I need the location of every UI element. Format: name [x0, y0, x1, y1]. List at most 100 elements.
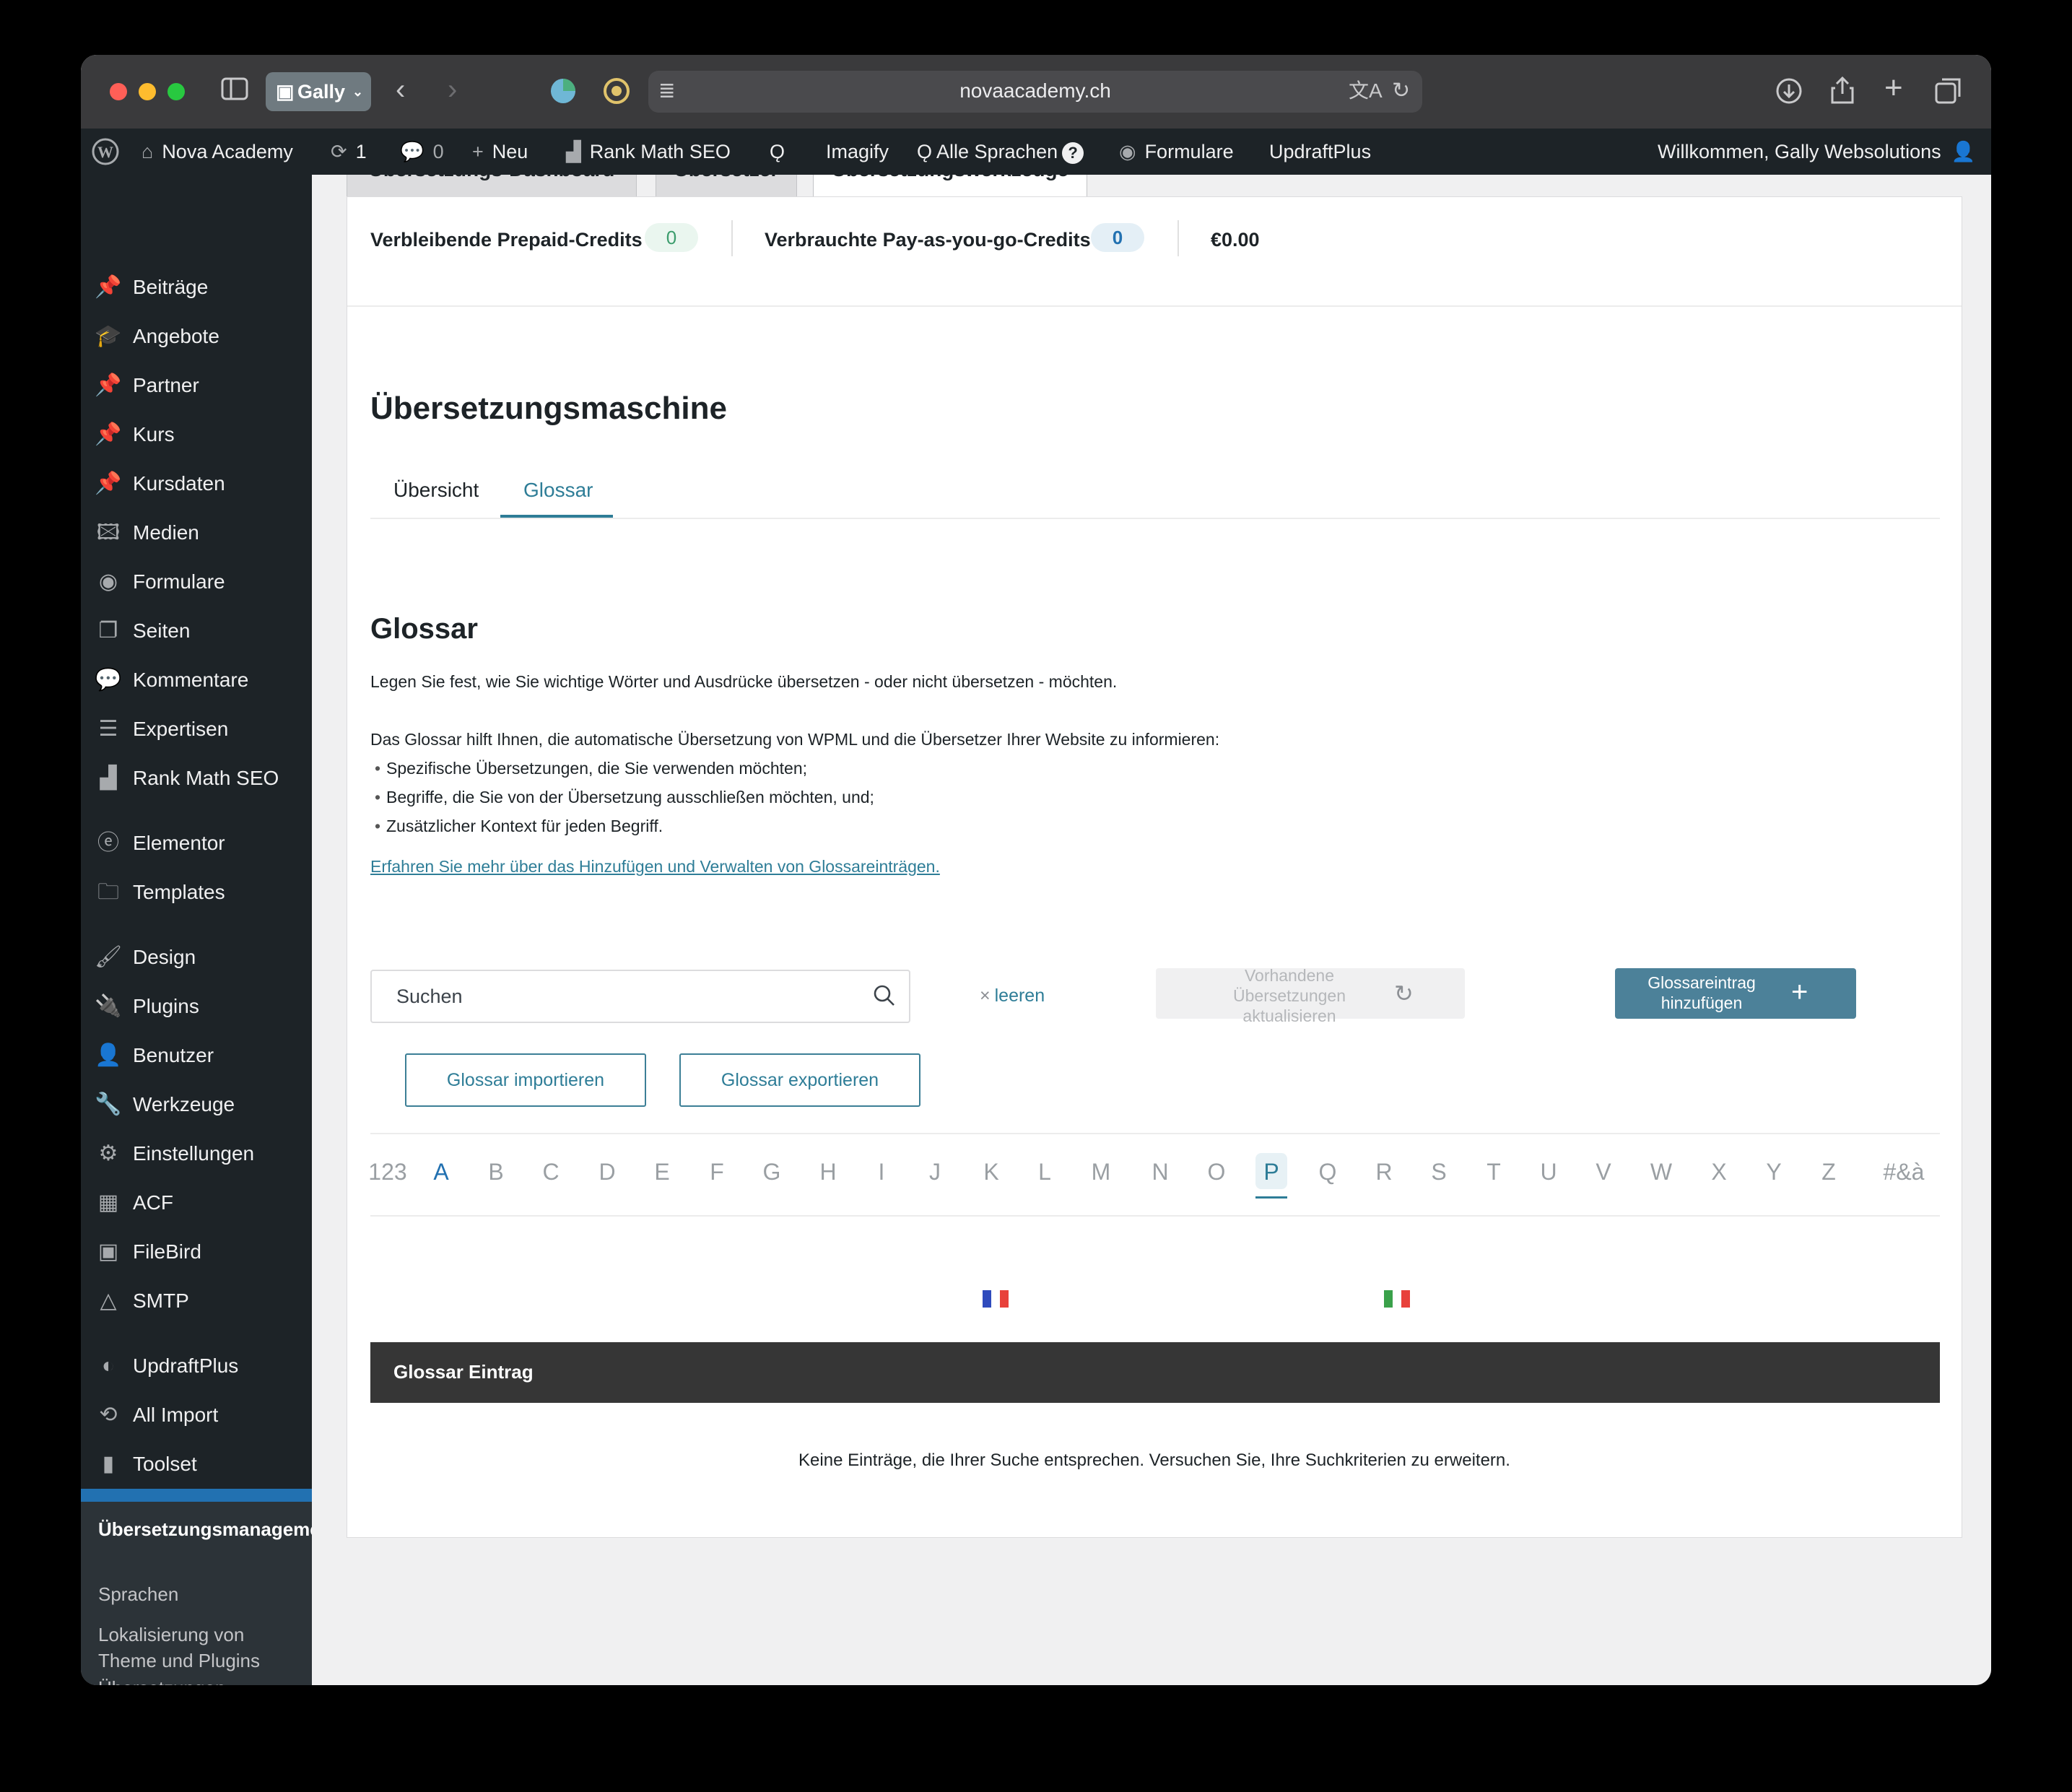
letter-filter-t[interactable]: T: [1472, 1159, 1515, 1186]
updraftplus-link[interactable]: UpdraftPlus: [1269, 129, 1371, 175]
letter-filter-g[interactable]: G: [750, 1159, 793, 1186]
back-icon[interactable]: ‹: [396, 75, 405, 104]
sidebar-item-angebote[interactable]: 🎓 Angebote: [81, 312, 312, 361]
letter-filter-123[interactable]: 123: [359, 1159, 417, 1186]
letter-filter-e[interactable]: E: [640, 1159, 684, 1186]
letter-filter-j[interactable]: J: [913, 1159, 957, 1186]
letter-filter-sym[interactable]: #&à: [1875, 1159, 1933, 1186]
wpml-bar-icon[interactable]: Ǫ: [770, 129, 793, 175]
export-glossary-button[interactable]: Glossar exportieren: [679, 1053, 920, 1107]
tab-glossary[interactable]: Glossar: [523, 479, 593, 502]
submenu-item-translation-management[interactable]: Übersetzungsmanagement: [98, 1516, 338, 1542]
sidebar-item-label: Design: [133, 946, 196, 968]
sidebar-item-medien[interactable]: 🖾 Medien: [81, 508, 312, 557]
sidebar-item-updraftplus[interactable]: ◐ UpdraftPlus: [81, 1341, 312, 1391]
sidebar-item-acf[interactable]: ▦ ACF: [81, 1178, 312, 1227]
downloads-icon[interactable]: [1775, 77, 1803, 112]
language-switcher[interactable]: Ǫ Alle Sprachen?: [917, 129, 1084, 175]
profile-button[interactable]: ▣ Gally ⌄: [266, 72, 371, 111]
sidebar-item-elementor[interactable]: ⓔ Elementor: [81, 819, 312, 868]
letter-filter-m[interactable]: M: [1079, 1159, 1123, 1186]
sidebar-item-rank-math-seo[interactable]: ▟ Rank Math SEO: [81, 754, 312, 803]
sidebar-item-partner[interactable]: 📌 Partner: [81, 361, 312, 410]
letter-filter-d[interactable]: D: [586, 1159, 629, 1186]
tab-overview[interactable]: Übersicht: [393, 479, 479, 502]
sidebar-item-beitr-ge[interactable]: 📌 Beiträge: [81, 263, 312, 312]
submenu-item-localization[interactable]: Lokalisierung von Theme und Plugins: [98, 1622, 308, 1674]
reload-icon[interactable]: ↻: [1392, 77, 1410, 105]
refresh-icon: ↻: [1394, 980, 1414, 1006]
letter-filter-b[interactable]: B: [474, 1159, 518, 1186]
new-tab-icon[interactable]: +: [1884, 72, 1903, 104]
add-glossary-entry-button[interactable]: Glossareintrag hinzufügen +: [1615, 968, 1856, 1019]
sidebar-item-kommentare[interactable]: 💬 Kommentare: [81, 656, 312, 705]
letter-filter-h[interactable]: H: [806, 1159, 850, 1186]
sidebar-item-seiten[interactable]: ❐ Seiten: [81, 606, 312, 656]
new-content-link[interactable]: + Neu: [472, 129, 528, 175]
brush-icon: 🖌: [94, 945, 123, 969]
letter-filter-p[interactable]: P: [1250, 1159, 1293, 1186]
zoom-window-button[interactable]: [167, 83, 185, 100]
letter-filter-c[interactable]: C: [529, 1159, 573, 1186]
wordpress-logo-icon[interactable]: W: [91, 129, 120, 175]
pin-icon: 📌: [95, 422, 122, 446]
search-input[interactable]: Suchen: [370, 970, 910, 1023]
letter-filter-f[interactable]: F: [695, 1159, 739, 1186]
letter-filter-k[interactable]: K: [970, 1159, 1013, 1186]
extension-icon[interactable]: [549, 77, 578, 112]
sidebar-item-werkzeuge[interactable]: 🔧 Werkzeuge: [81, 1080, 312, 1129]
learn-more-link[interactable]: Erfahren Sie mehr über das Hinzufügen un…: [370, 857, 940, 877]
letter-filter-x[interactable]: X: [1697, 1159, 1741, 1186]
close-window-button[interactable]: [110, 83, 127, 100]
letter-filter-w[interactable]: W: [1640, 1159, 1683, 1186]
updates-link[interactable]: ⟳ 1: [331, 129, 367, 175]
sidebar-item-kurs[interactable]: 📌 Kurs: [81, 410, 312, 459]
submenu-item-translations[interactable]: Übersetzungen: [98, 1675, 308, 1685]
letter-filter-n[interactable]: N: [1139, 1159, 1182, 1186]
extension-icon-2[interactable]: [602, 77, 631, 112]
forward-icon[interactable]: ›: [448, 75, 457, 104]
translate-icon[interactable]: 文A: [1349, 77, 1383, 105]
sidebar-toggle-icon[interactable]: [221, 77, 248, 108]
import-glossary-button[interactable]: Glossar importieren: [405, 1053, 646, 1107]
update-translations-button[interactable]: Vorhandene Übersetzungen aktualisieren ↻: [1156, 966, 1465, 1025]
letter-filter-q[interactable]: Q: [1306, 1159, 1349, 1186]
letter-filter-l[interactable]: L: [1023, 1159, 1066, 1186]
letter-filter-a[interactable]: A: [419, 1159, 463, 1186]
site-name-link[interactable]: ⌂ Nova Academy: [142, 129, 293, 175]
sidebar-item-toolset[interactable]: ▮ Toolset: [81, 1440, 312, 1489]
minimize-window-button[interactable]: [139, 83, 156, 100]
sidebar-item-templates[interactable]: 🗀 Templates: [81, 868, 312, 917]
sidebar-item-formulare[interactable]: ◉ Formulare: [81, 557, 312, 606]
letter-filter-r[interactable]: R: [1362, 1159, 1406, 1186]
imagify-link[interactable]: Imagify: [826, 129, 889, 175]
letter-filter-u[interactable]: U: [1527, 1159, 1570, 1186]
letter-filter-o[interactable]: O: [1195, 1159, 1238, 1186]
submenu-item-languages[interactable]: Sprachen: [98, 1581, 308, 1607]
sidebar-item-filebird[interactable]: ▣ FileBird: [81, 1227, 312, 1276]
account-menu[interactable]: Willkommen, Gally Websolutions 👤: [1658, 129, 1975, 175]
comments-link[interactable]: 💬 0: [400, 129, 444, 175]
sidebar-item-plugins[interactable]: 🔌 Plugins: [81, 982, 312, 1031]
rankmath-link[interactable]: ▟ Rank Math SEO: [566, 129, 731, 175]
user-icon: 👤: [95, 1043, 122, 1067]
letter-filter-i[interactable]: I: [860, 1159, 903, 1186]
search-icon[interactable]: [871, 983, 897, 1012]
sidebar-item-einstellungen[interactable]: ⚙ Einstellungen: [81, 1129, 312, 1178]
sidebar-item-smtp[interactable]: △ SMTP: [81, 1276, 312, 1326]
sidebar-item-expertisen[interactable]: ☰ Expertisen: [81, 705, 312, 754]
sidebar-item-all-import[interactable]: ⟲ All Import: [81, 1391, 312, 1440]
letter-filter-s[interactable]: S: [1417, 1159, 1461, 1186]
letter-filter-v[interactable]: V: [1582, 1159, 1625, 1186]
address-bar[interactable]: ≣ novaacademy.ch 文A ↻: [648, 71, 1422, 113]
sidebar-item-design[interactable]: 🖌 Design: [81, 933, 312, 982]
sidebar-item-benutzer[interactable]: 👤 Benutzer: [81, 1031, 312, 1080]
letter-filter-y[interactable]: Y: [1752, 1159, 1795, 1186]
sidebar-item-kursdaten[interactable]: 📌 Kursdaten: [81, 459, 312, 508]
share-icon[interactable]: [1829, 75, 1855, 112]
tabs-overview-icon[interactable]: [1933, 77, 1962, 112]
clear-search-button[interactable]: × leeren: [980, 986, 1045, 1006]
elementor-icon: ⓔ: [97, 831, 119, 855]
letter-filter-z[interactable]: Z: [1807, 1159, 1850, 1186]
forms-link[interactable]: ◉ Formulare: [1119, 129, 1234, 175]
